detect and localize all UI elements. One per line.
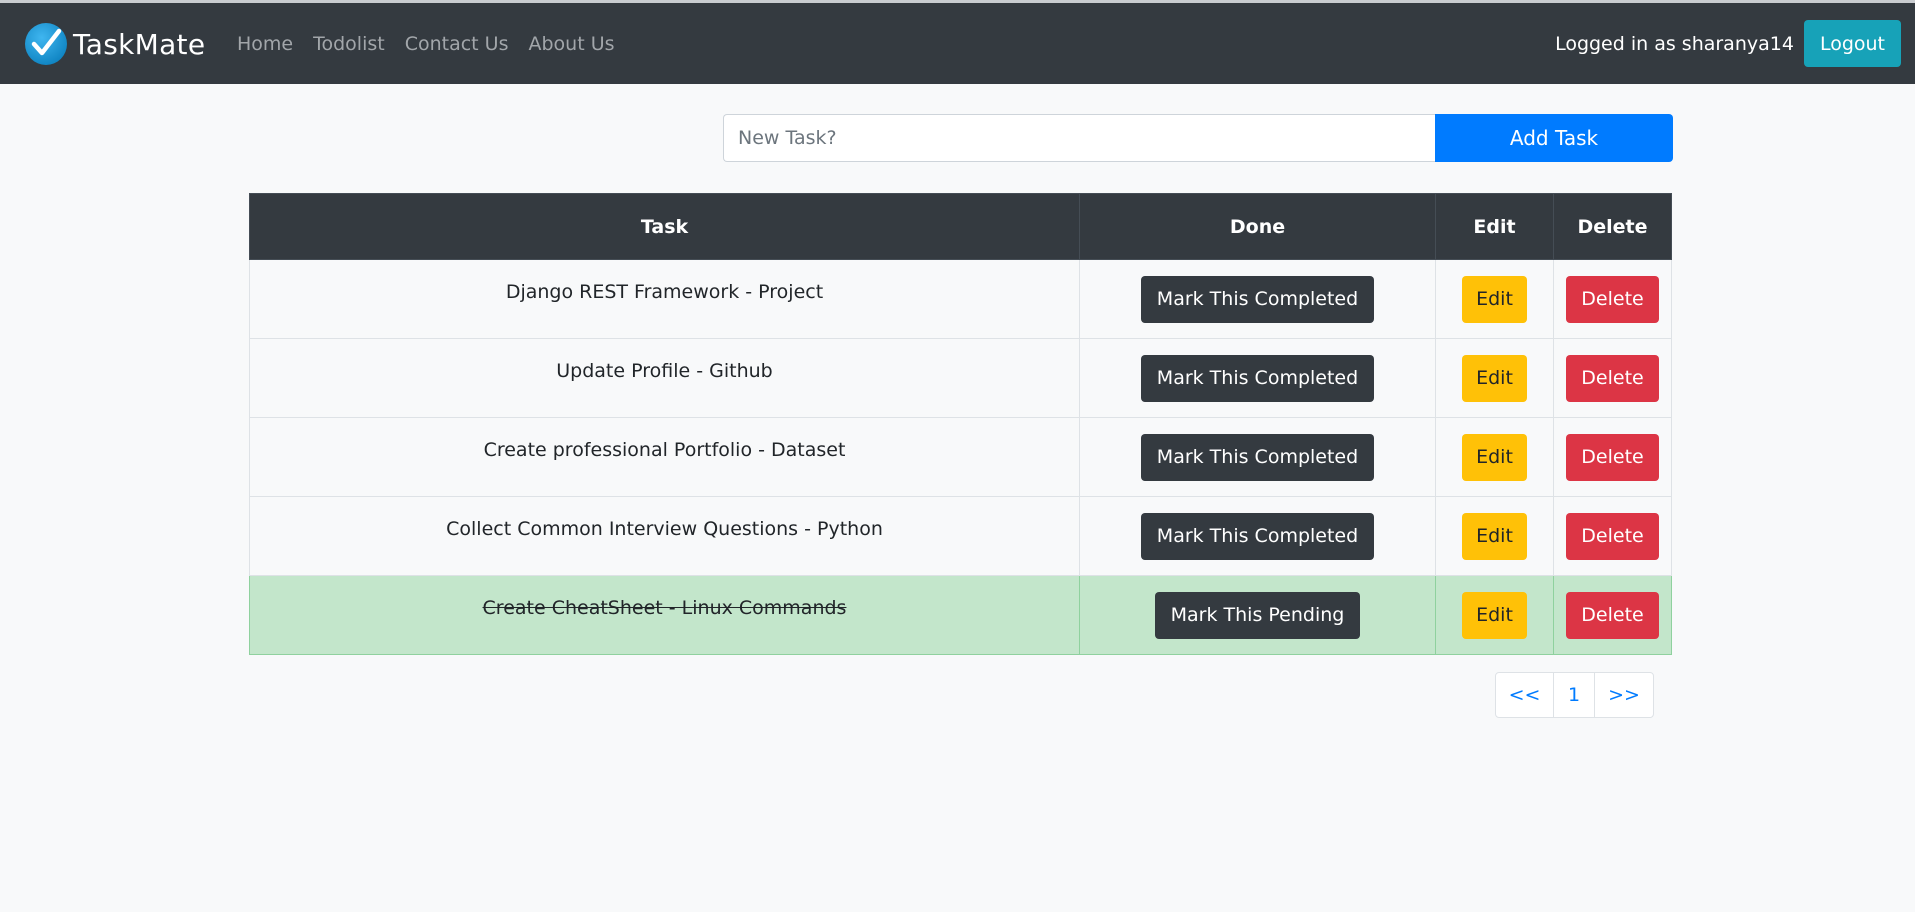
logout-button[interactable]: Logout — [1803, 20, 1901, 67]
nav-link-about-us[interactable]: About Us — [528, 33, 614, 55]
nav-user-area: Logged in as sharanya14 Logout — [1555, 20, 1901, 67]
edit-cell: Edit — [1435, 496, 1554, 576]
brand-logo-link[interactable]: TaskMate — [23, 21, 205, 67]
column-header-task: Task — [249, 193, 1080, 260]
delete-cell: Delete — [1553, 417, 1672, 497]
task-text: Create professional Portfolio - Dataset — [483, 439, 846, 461]
mark-pending-button[interactable]: Mark This Pending — [1154, 591, 1361, 639]
delete-cell: Delete — [1553, 575, 1672, 655]
add-task-form: Add Task — [723, 114, 1673, 162]
edit-cell: Edit — [1435, 575, 1554, 655]
task-cell: Create CheatSheet - Linux Commands — [249, 575, 1080, 655]
table-row-completed: Create CheatSheet - Linux Commands Mark … — [249, 575, 1672, 655]
mark-completed-button[interactable]: Mark This Completed — [1140, 433, 1375, 481]
mark-completed-button[interactable]: Mark This Completed — [1140, 354, 1375, 402]
logged-in-user-text: Logged in as sharanya14 — [1555, 32, 1794, 55]
table-row: Update Profile - Github Mark This Comple… — [249, 338, 1672, 418]
delete-button[interactable]: Delete — [1566, 591, 1659, 639]
delete-button[interactable]: Delete — [1566, 354, 1659, 402]
nav-links: Home Todolist Contact Us About Us — [237, 3, 635, 84]
table-row: Collect Common Interview Questions - Pyt… — [249, 496, 1672, 576]
task-cell: Create professional Portfolio - Dataset — [249, 417, 1080, 497]
table-row: Create professional Portfolio - Dataset … — [249, 417, 1672, 497]
mark-completed-button[interactable]: Mark This Completed — [1140, 512, 1375, 560]
add-task-button[interactable]: Add Task — [1435, 114, 1673, 162]
edit-button[interactable]: Edit — [1462, 354, 1527, 402]
done-cell: Mark This Completed — [1079, 338, 1436, 418]
nav-link-home[interactable]: Home — [237, 33, 293, 55]
done-cell: Mark This Pending — [1079, 575, 1436, 655]
pagination-page-1[interactable]: 1 — [1553, 672, 1595, 718]
task-table: Task Done Edit Delete Django REST Framew… — [249, 193, 1672, 655]
delete-cell: Delete — [1553, 338, 1672, 418]
delete-cell: Delete — [1553, 496, 1672, 576]
column-header-delete: Delete — [1553, 193, 1672, 260]
nav-link-contact-us[interactable]: Contact Us — [405, 33, 509, 55]
delete-button[interactable]: Delete — [1566, 275, 1659, 323]
edit-button[interactable]: Edit — [1462, 275, 1527, 323]
new-task-input[interactable] — [723, 114, 1435, 162]
column-header-edit: Edit — [1435, 193, 1554, 260]
pagination: << 1 >> — [1495, 672, 1654, 718]
delete-cell: Delete — [1553, 259, 1672, 339]
task-text: Update Profile - Github — [556, 360, 773, 382]
task-text-completed: Create CheatSheet - Linux Commands — [482, 597, 847, 619]
done-cell: Mark This Completed — [1079, 496, 1436, 576]
edit-button[interactable]: Edit — [1462, 512, 1527, 560]
pagination-prev-button[interactable]: << — [1495, 672, 1554, 718]
pagination-next-button[interactable]: >> — [1594, 672, 1654, 718]
done-cell: Mark This Completed — [1079, 259, 1436, 339]
brand-name: TaskMate — [73, 27, 206, 61]
task-text: Collect Common Interview Questions - Pyt… — [446, 518, 883, 540]
delete-button[interactable]: Delete — [1566, 512, 1659, 560]
navbar: TaskMate Home Todolist Contact Us About … — [0, 3, 1915, 84]
checkmark-circle-icon — [25, 23, 67, 65]
done-cell: Mark This Completed — [1079, 417, 1436, 497]
column-header-done: Done — [1079, 193, 1436, 260]
mark-completed-button[interactable]: Mark This Completed — [1140, 275, 1375, 323]
table-row: Django REST Framework - Project Mark Thi… — [249, 259, 1672, 339]
nav-link-todolist[interactable]: Todolist — [313, 33, 385, 55]
task-cell: Update Profile - Github — [249, 338, 1080, 418]
task-cell: Django REST Framework - Project — [249, 259, 1080, 339]
table-header-row: Task Done Edit Delete — [249, 193, 1672, 260]
edit-cell: Edit — [1435, 259, 1554, 339]
edit-cell: Edit — [1435, 338, 1554, 418]
edit-button[interactable]: Edit — [1462, 433, 1527, 481]
edit-cell: Edit — [1435, 417, 1554, 497]
task-text: Django REST Framework - Project — [505, 281, 824, 303]
task-cell: Collect Common Interview Questions - Pyt… — [249, 496, 1080, 576]
delete-button[interactable]: Delete — [1566, 433, 1659, 481]
edit-button[interactable]: Edit — [1462, 591, 1527, 639]
